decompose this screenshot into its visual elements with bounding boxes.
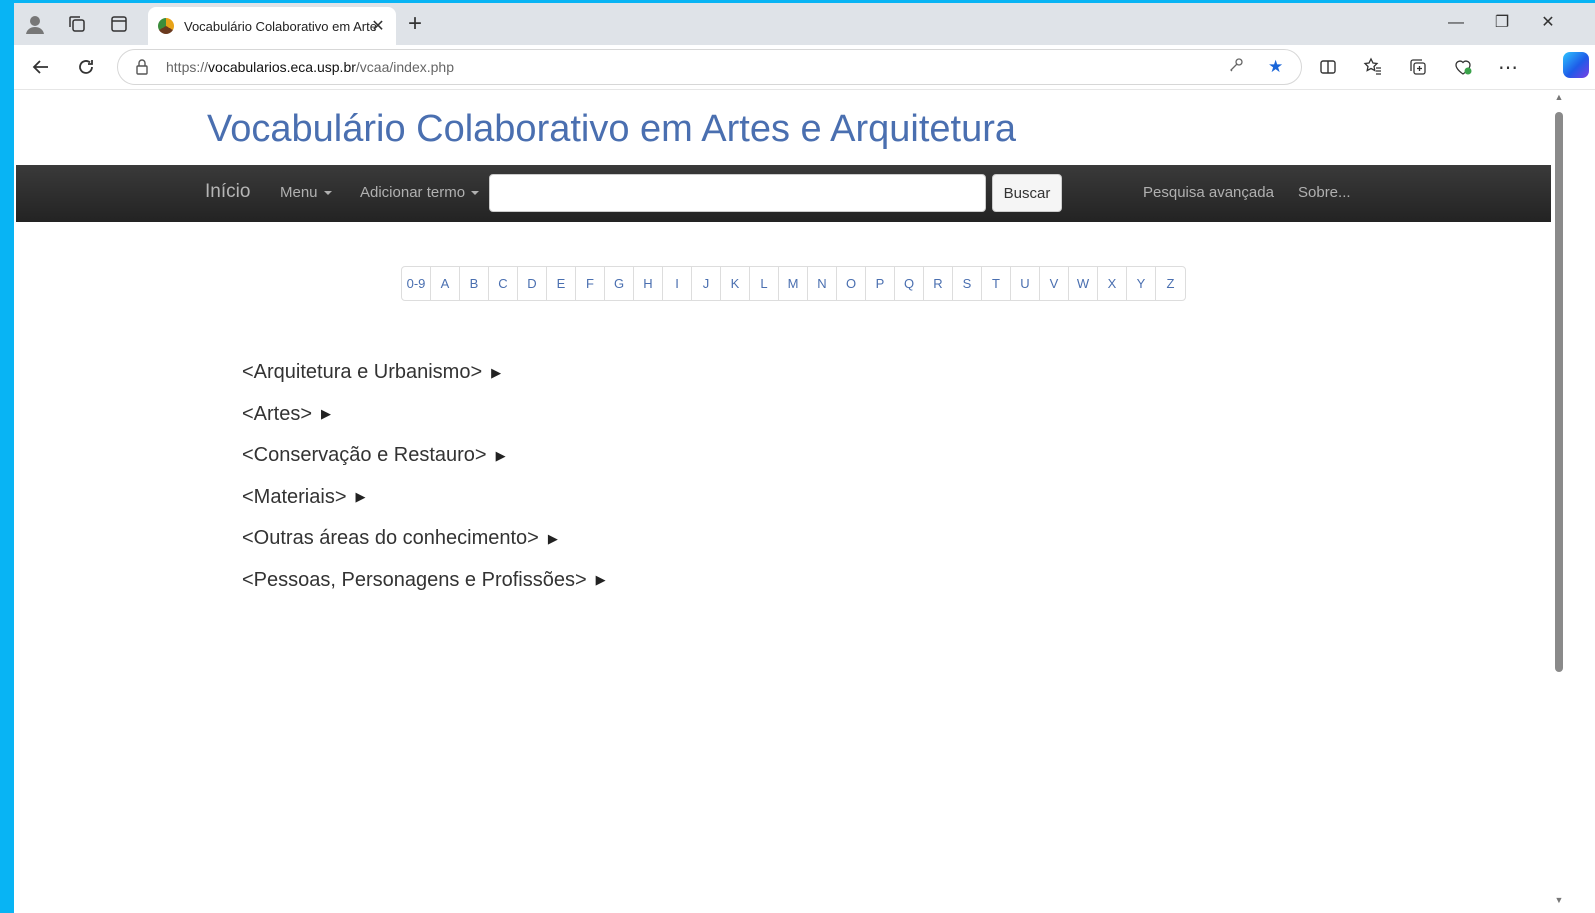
- split-screen-icon[interactable]: [1314, 53, 1342, 81]
- scroll-up-icon[interactable]: ▲: [1553, 92, 1565, 102]
- caret-down-icon: [471, 191, 480, 196]
- top-navbar: Início Menu Adicionar termo Buscar Pesqu…: [16, 165, 1551, 222]
- page-content: Vocabulário Colaborativo em Artes e Arqu…: [14, 90, 1581, 913]
- collections-icon[interactable]: [1404, 53, 1432, 81]
- alphabet-letter-link[interactable]: V: [1040, 267, 1069, 300]
- top-term-item[interactable]: <Arquitetura e Urbanismo> ▶: [242, 352, 606, 394]
- top-terms-tree: <Arquitetura e Urbanismo> ▶ <Artes> ▶ <Conse…: [242, 352, 606, 601]
- alphabet-letter-link[interactable]: N: [808, 267, 837, 300]
- workspaces-icon[interactable]: [64, 11, 90, 37]
- tab-title: Vocabulário Colaborativo em Arte: [184, 18, 376, 34]
- expand-arrow-icon[interactable]: ▶: [321, 406, 331, 422]
- expand-arrow-icon[interactable]: ▶: [596, 572, 606, 588]
- url-text: https://vocabularios.eca.usp.br/vcaa/ind…: [166, 59, 454, 75]
- alphabet-letter-link[interactable]: 0-9: [402, 267, 431, 300]
- address-bar[interactable]: https://vocabularios.eca.usp.br/vcaa/ind…: [117, 49, 1302, 85]
- alphabet-letter-link[interactable]: J: [692, 267, 721, 300]
- expand-arrow-icon[interactable]: ▶: [491, 365, 501, 381]
- nav-menu-label: Menu: [280, 184, 318, 201]
- nav-add-term-label: Adicionar termo: [360, 184, 466, 201]
- favorite-star-icon[interactable]: ★: [1268, 57, 1283, 77]
- advanced-search-link[interactable]: Pesquisa avançada: [1143, 184, 1274, 201]
- back-icon[interactable]: [27, 53, 55, 81]
- search-input[interactable]: [489, 174, 986, 212]
- alphabet-letter-link[interactable]: D: [518, 267, 547, 300]
- caret-down-icon: [323, 191, 332, 196]
- nav-menu-dropdown[interactable]: Menu: [280, 184, 332, 201]
- top-term-item[interactable]: <Artes> ▶: [242, 394, 606, 436]
- alphabet-pagination: 0-9 A B C D E F G H I J K L M N O P Q R S T U V W X Y Z: [401, 266, 1186, 301]
- top-term-item[interactable]: <Conservação e Restauro> ▶: [242, 435, 606, 477]
- top-term-item[interactable]: <Outras áreas do conhecimento> ▶: [242, 518, 606, 560]
- top-term-label[interactable]: <Artes>: [242, 403, 312, 426]
- alphabet-letter-link[interactable]: T: [982, 267, 1011, 300]
- alphabet-letter-link[interactable]: U: [1011, 267, 1040, 300]
- expand-arrow-icon[interactable]: ▶: [496, 448, 506, 464]
- alphabet-letter-link[interactable]: H: [634, 267, 663, 300]
- top-term-item[interactable]: <Pessoas, Personagens e Profissões> ▶: [242, 560, 606, 602]
- expand-arrow-icon[interactable]: ▶: [548, 531, 558, 547]
- alphabet-letter-link[interactable]: B: [460, 267, 489, 300]
- alphabet-letter-link[interactable]: G: [605, 267, 634, 300]
- alphabet-letter-link[interactable]: Q: [895, 267, 924, 300]
- copilot-icon[interactable]: [1563, 52, 1589, 78]
- browser-window: Vocabulário Colaborativo em Arte ✕ + — ❐…: [14, 3, 1595, 913]
- minimize-icon[interactable]: —: [1441, 11, 1471, 35]
- address-toolbar: https://vocabularios.eca.usp.br/vcaa/ind…: [14, 45, 1595, 90]
- top-term-label[interactable]: <Materiais>: [242, 486, 347, 509]
- favorites-icon[interactable]: [1359, 53, 1387, 81]
- restore-icon[interactable]: ❐: [1487, 11, 1517, 35]
- alphabet-letter-link[interactable]: E: [547, 267, 576, 300]
- alphabet-letter-link[interactable]: P: [866, 267, 895, 300]
- alphabet-letter-link[interactable]: F: [576, 267, 605, 300]
- alphabet-letter-link[interactable]: C: [489, 267, 518, 300]
- read-aloud-icon[interactable]: [1228, 57, 1244, 78]
- alphabet-letter-link[interactable]: S: [953, 267, 982, 300]
- url-prefix: https://: [166, 59, 209, 75]
- nav-add-term-dropdown[interactable]: Adicionar termo: [360, 184, 480, 201]
- alphabet-letter-link[interactable]: R: [924, 267, 953, 300]
- url-host: vocabularios.eca.usp.br: [208, 59, 356, 75]
- profile-icon[interactable]: [22, 11, 48, 37]
- browser-essentials-icon[interactable]: [1449, 53, 1477, 81]
- search-button[interactable]: Buscar: [992, 174, 1062, 212]
- site-favicon-icon: [158, 18, 174, 34]
- alphabet-letter-link[interactable]: K: [721, 267, 750, 300]
- more-options-icon[interactable]: ⋯: [1494, 53, 1522, 81]
- alphabet-letter-link[interactable]: W: [1069, 267, 1098, 300]
- alphabet-letter-link[interactable]: L: [750, 267, 779, 300]
- reload-icon[interactable]: [72, 53, 100, 81]
- alphabet-letter-link[interactable]: A: [431, 267, 460, 300]
- site-title[interactable]: Vocabulário Colaborativo em Artes e Arqu…: [207, 108, 1016, 151]
- page-scrollbar[interactable]: ▲ ▼: [1553, 90, 1565, 913]
- alphabet-letter-link[interactable]: Y: [1127, 267, 1156, 300]
- top-term-label[interactable]: <Pessoas, Personagens e Profissões>: [242, 569, 587, 592]
- top-term-label[interactable]: <Conservação e Restauro>: [242, 444, 487, 467]
- tab-strip: Vocabulário Colaborativo em Arte ✕ + — ❐…: [14, 3, 1595, 45]
- alphabet-letter-link[interactable]: M: [779, 267, 808, 300]
- window-close-icon[interactable]: ✕: [1533, 11, 1563, 35]
- vertical-tabs-icon[interactable]: [106, 11, 132, 37]
- about-link[interactable]: Sobre...: [1298, 184, 1351, 201]
- alphabet-letter-link[interactable]: I: [663, 267, 692, 300]
- url-path: /vcaa/index.php: [355, 59, 454, 75]
- top-term-item[interactable]: <Materiais> ▶: [242, 477, 606, 519]
- active-tab[interactable]: Vocabulário Colaborativo em Arte ✕: [148, 7, 396, 45]
- nav-home-link[interactable]: Início: [205, 181, 250, 203]
- expand-arrow-icon[interactable]: ▶: [356, 489, 366, 505]
- lock-icon[interactable]: [134, 58, 152, 76]
- top-term-label[interactable]: <Arquitetura e Urbanismo>: [242, 361, 482, 384]
- scroll-down-icon[interactable]: ▼: [1553, 895, 1565, 905]
- alphabet-letter-link[interactable]: Z: [1156, 267, 1185, 300]
- close-tab-icon[interactable]: ✕: [368, 16, 388, 36]
- scrollbar-thumb[interactable]: [1555, 112, 1563, 672]
- new-tab-icon[interactable]: +: [402, 11, 428, 37]
- alphabet-letter-link[interactable]: X: [1098, 267, 1127, 300]
- top-term-label[interactable]: <Outras áreas do conhecimento>: [242, 527, 539, 550]
- alphabet-letter-link[interactable]: O: [837, 267, 866, 300]
